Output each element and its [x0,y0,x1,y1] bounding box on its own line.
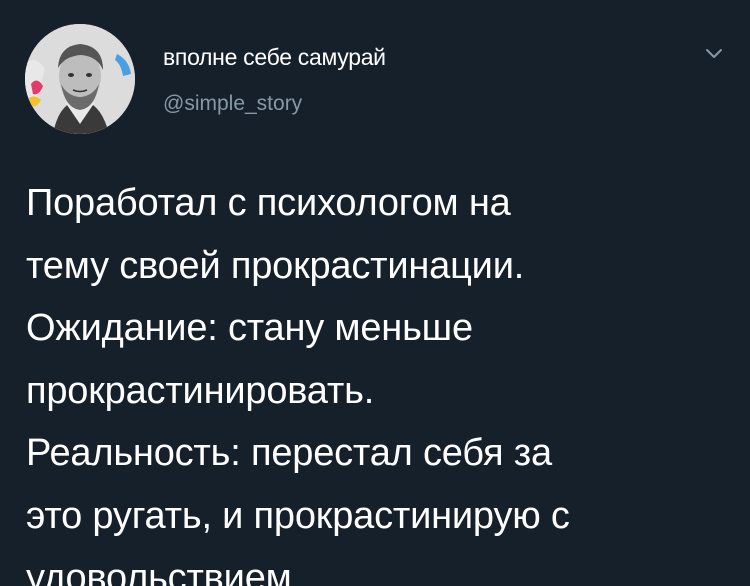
tweet-text-line: прокрастинировать. [26,369,375,412]
avatar-portrait-icon [25,24,135,134]
tweet-text-line: Реальность: перестал себя за [26,432,552,474]
tweet-text-line: Ожидание: стану меньше [26,307,473,349]
tweet-card: вполне себе самурай @simple_story Порабо… [0,0,750,586]
author-display-name[interactable]: вполне себе самурай [163,44,386,71]
tweet-text-line: Поработал с психологом на [26,182,511,224]
user-avatar[interactable] [25,24,135,134]
author-handle[interactable]: @simple_story [163,92,302,116]
tweet-text: Поработал с психологом на тему своей про… [26,172,726,586]
tweet-text-line: это ругать, и прокрастинирую с [26,494,570,537]
chevron-down-icon[interactable] [704,46,724,60]
tweet-text-line: тему своей прокрастинации. [26,244,525,287]
tweet-text-line: удовольствием [26,557,292,586]
